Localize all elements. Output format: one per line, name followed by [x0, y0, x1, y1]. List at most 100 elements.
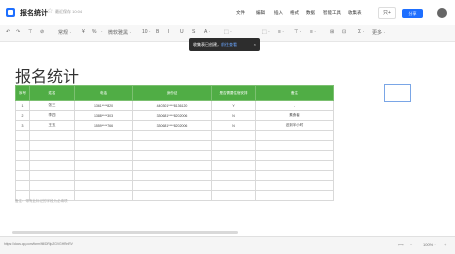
- table-cell[interactable]: [74, 180, 133, 191]
- table-cell[interactable]: [211, 130, 256, 141]
- table-cell[interactable]: [29, 150, 75, 161]
- selected-cell[interactable]: [384, 84, 411, 102]
- sheet-title[interactable]: 报名统计: [15, 63, 79, 87]
- table-cell[interactable]: 1559****766: [74, 120, 133, 131]
- font-color-dropdown[interactable]: A ·: [204, 29, 210, 35]
- app-logo-icon[interactable]: [6, 8, 15, 17]
- menu-file[interactable]: 文件: [236, 10, 245, 16]
- undo-icon[interactable]: ↶: [6, 29, 10, 35]
- table-cell[interactable]: [255, 180, 334, 191]
- menu-collect-form[interactable]: 收集表: [348, 10, 362, 16]
- table-cell[interactable]: 1388****303: [74, 110, 133, 121]
- header-cell-phone[interactable]: 电话: [74, 85, 133, 101]
- decimal-icon[interactable]: ·: [101, 29, 103, 35]
- table-cell[interactable]: [74, 190, 133, 201]
- header-cell-id[interactable]: 身份证: [132, 85, 212, 101]
- table-cell[interactable]: 迟到半小时: [255, 120, 334, 131]
- menu-smart-tools[interactable]: 智能工具: [323, 10, 341, 16]
- valign-dropdown[interactable]: ⊤ ·: [294, 29, 301, 35]
- table-cell[interactable]: [132, 190, 212, 201]
- table-cell[interactable]: [132, 140, 212, 151]
- table-cell[interactable]: [255, 140, 334, 151]
- menu-insert[interactable]: 插入: [274, 10, 283, 16]
- italic-icon[interactable]: I: [168, 29, 169, 35]
- table-cell[interactable]: [29, 130, 75, 141]
- table-cell[interactable]: -: [255, 100, 334, 111]
- star-icon[interactable]: ☆: [47, 7, 53, 15]
- table-cell[interactable]: [255, 190, 334, 201]
- zoom-out-icon[interactable]: −: [410, 242, 412, 247]
- table-cell[interactable]: [15, 150, 30, 161]
- collaborator-button[interactable]: 只+: [378, 7, 396, 19]
- table-cell[interactable]: 1361****820: [74, 100, 133, 111]
- table-cell[interactable]: [29, 140, 75, 151]
- table-cell[interactable]: 素食者: [255, 110, 334, 121]
- bold-icon[interactable]: B: [156, 29, 159, 35]
- fit-icon[interactable]: ⟷: [398, 242, 404, 247]
- table-cell[interactable]: [255, 130, 334, 141]
- more-dropdown[interactable]: 更多 ·: [372, 29, 385, 36]
- horizontal-scrollbar[interactable]: [12, 231, 238, 234]
- table-cell[interactable]: [132, 170, 212, 181]
- table-cell[interactable]: [29, 170, 75, 181]
- table-cell[interactable]: [211, 180, 256, 191]
- table-cell[interactable]: [74, 160, 133, 171]
- percent-icon[interactable]: %: [92, 29, 96, 35]
- table-cell[interactable]: 张三: [29, 100, 75, 111]
- table-cell[interactable]: [255, 160, 334, 171]
- wrap-dropdown[interactable]: ≡ ·: [310, 29, 316, 35]
- table-cell[interactable]: [29, 160, 75, 171]
- table-cell[interactable]: 王五: [29, 120, 75, 131]
- table-cell[interactable]: [211, 140, 256, 151]
- header-cell-lodging[interactable]: 是否需要住宿安排: [211, 85, 256, 101]
- table-cell[interactable]: 1: [15, 100, 30, 111]
- border-dropdown[interactable]: ⬚ ·: [262, 29, 270, 35]
- zoom-level[interactable]: 100% ·: [423, 242, 436, 247]
- menu-data[interactable]: 数据: [306, 10, 315, 16]
- strikethrough-icon[interactable]: S: [192, 29, 195, 35]
- avatar[interactable]: [437, 8, 447, 18]
- table-cell[interactable]: [255, 150, 334, 161]
- fill-color-dropdown[interactable]: ⬚ ·: [224, 29, 232, 35]
- header-cell-name[interactable]: 姓名: [29, 85, 75, 101]
- number-format-dropdown[interactable]: 常规 ·: [58, 29, 71, 36]
- doc-title[interactable]: 报名统计: [20, 8, 48, 18]
- table-cell[interactable]: N: [211, 120, 256, 131]
- toast-link[interactable]: 前往查看: [221, 42, 237, 47]
- table-cell[interactable]: [15, 130, 30, 141]
- freeze-icon[interactable]: ⊡: [342, 29, 346, 35]
- table-cell[interactable]: [74, 140, 133, 151]
- filter-icon[interactable]: ⊞: [330, 29, 334, 35]
- table-cell[interactable]: Y: [211, 100, 256, 111]
- table-cell[interactable]: [132, 130, 212, 141]
- table-cell[interactable]: [15, 160, 30, 171]
- sum-dropdown[interactable]: Σ ·: [358, 29, 364, 35]
- table-cell[interactable]: [211, 150, 256, 161]
- currency-icon[interactable]: ¥: [82, 29, 85, 35]
- header-cell-remark[interactable]: 备注: [255, 85, 334, 101]
- format-painter-icon[interactable]: ⊤: [28, 29, 32, 35]
- table-cell[interactable]: [132, 180, 212, 191]
- table-cell[interactable]: [15, 180, 30, 191]
- table-cell[interactable]: [74, 150, 133, 161]
- underline-icon[interactable]: U: [180, 29, 184, 35]
- table-cell[interactable]: [15, 140, 30, 151]
- table-cell[interactable]: [29, 180, 75, 191]
- table-cell[interactable]: 440301****8136120: [132, 100, 212, 111]
- table-cell[interactable]: 2: [15, 110, 30, 121]
- close-icon[interactable]: ×: [254, 38, 256, 51]
- table-cell[interactable]: [74, 170, 133, 181]
- table-cell[interactable]: [15, 170, 30, 181]
- table-cell[interactable]: 330681****8202006: [132, 110, 212, 121]
- table-cell[interactable]: [255, 170, 334, 181]
- share-button[interactable]: 分享: [402, 9, 423, 18]
- table-cell[interactable]: [74, 130, 133, 141]
- table-cell[interactable]: [132, 160, 212, 171]
- zoom-in-icon[interactable]: +: [444, 242, 446, 247]
- table-cell[interactable]: 330681****8202006: [132, 120, 212, 131]
- table-cell[interactable]: N: [211, 110, 256, 121]
- footnote[interactable]: 备注：带有此标记的字段为必填项: [15, 199, 68, 204]
- font-family-dropdown[interactable]: 微软雅黑 ·: [108, 29, 131, 36]
- menu-format[interactable]: 格式: [290, 10, 299, 16]
- table-cell[interactable]: 李四: [29, 110, 75, 121]
